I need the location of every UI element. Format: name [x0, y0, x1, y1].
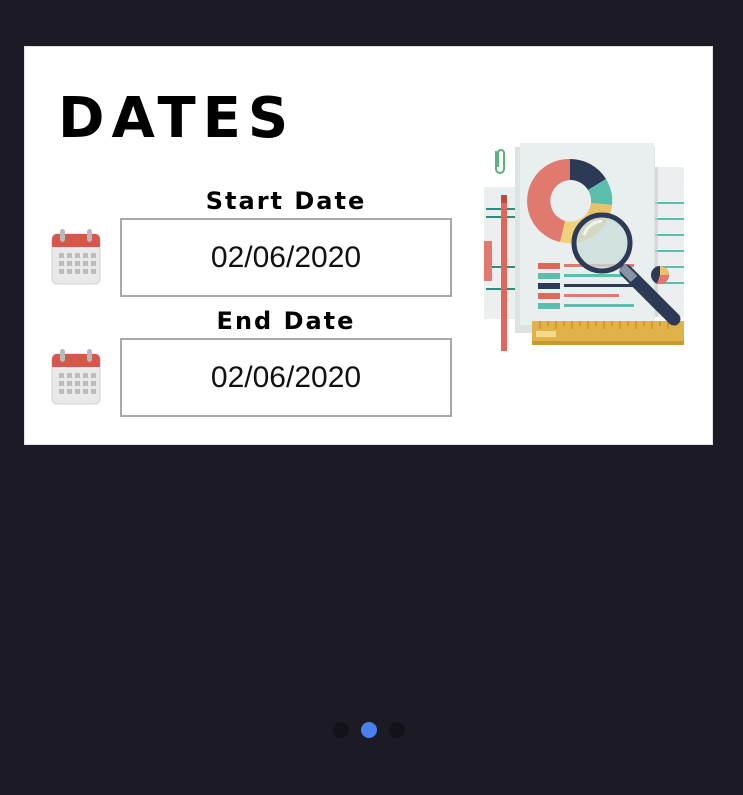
end-date-value: 02/06/2020	[210, 360, 362, 394]
page-dot-3[interactable]	[389, 722, 405, 738]
start-date-value: 02/06/2020	[210, 240, 362, 274]
page-dot-2-active[interactable]	[361, 722, 377, 738]
calendar-icon[interactable]	[51, 348, 101, 406]
start-date-input[interactable]: 02/06/2020	[120, 218, 452, 297]
page-title: DATES	[58, 86, 296, 151]
end-date-input[interactable]: 02/06/2020	[120, 338, 452, 417]
calendar-icon[interactable]	[51, 228, 101, 286]
report-magnifier-illustration	[484, 143, 684, 351]
end-date-label: End Date	[216, 307, 356, 335]
page-indicator	[333, 722, 405, 738]
start-date-label: Start Date	[205, 187, 367, 215]
dates-card: DATES Start Date 02/06/2020 End Date 02/…	[24, 46, 713, 445]
page-dot-1[interactable]	[333, 722, 349, 738]
